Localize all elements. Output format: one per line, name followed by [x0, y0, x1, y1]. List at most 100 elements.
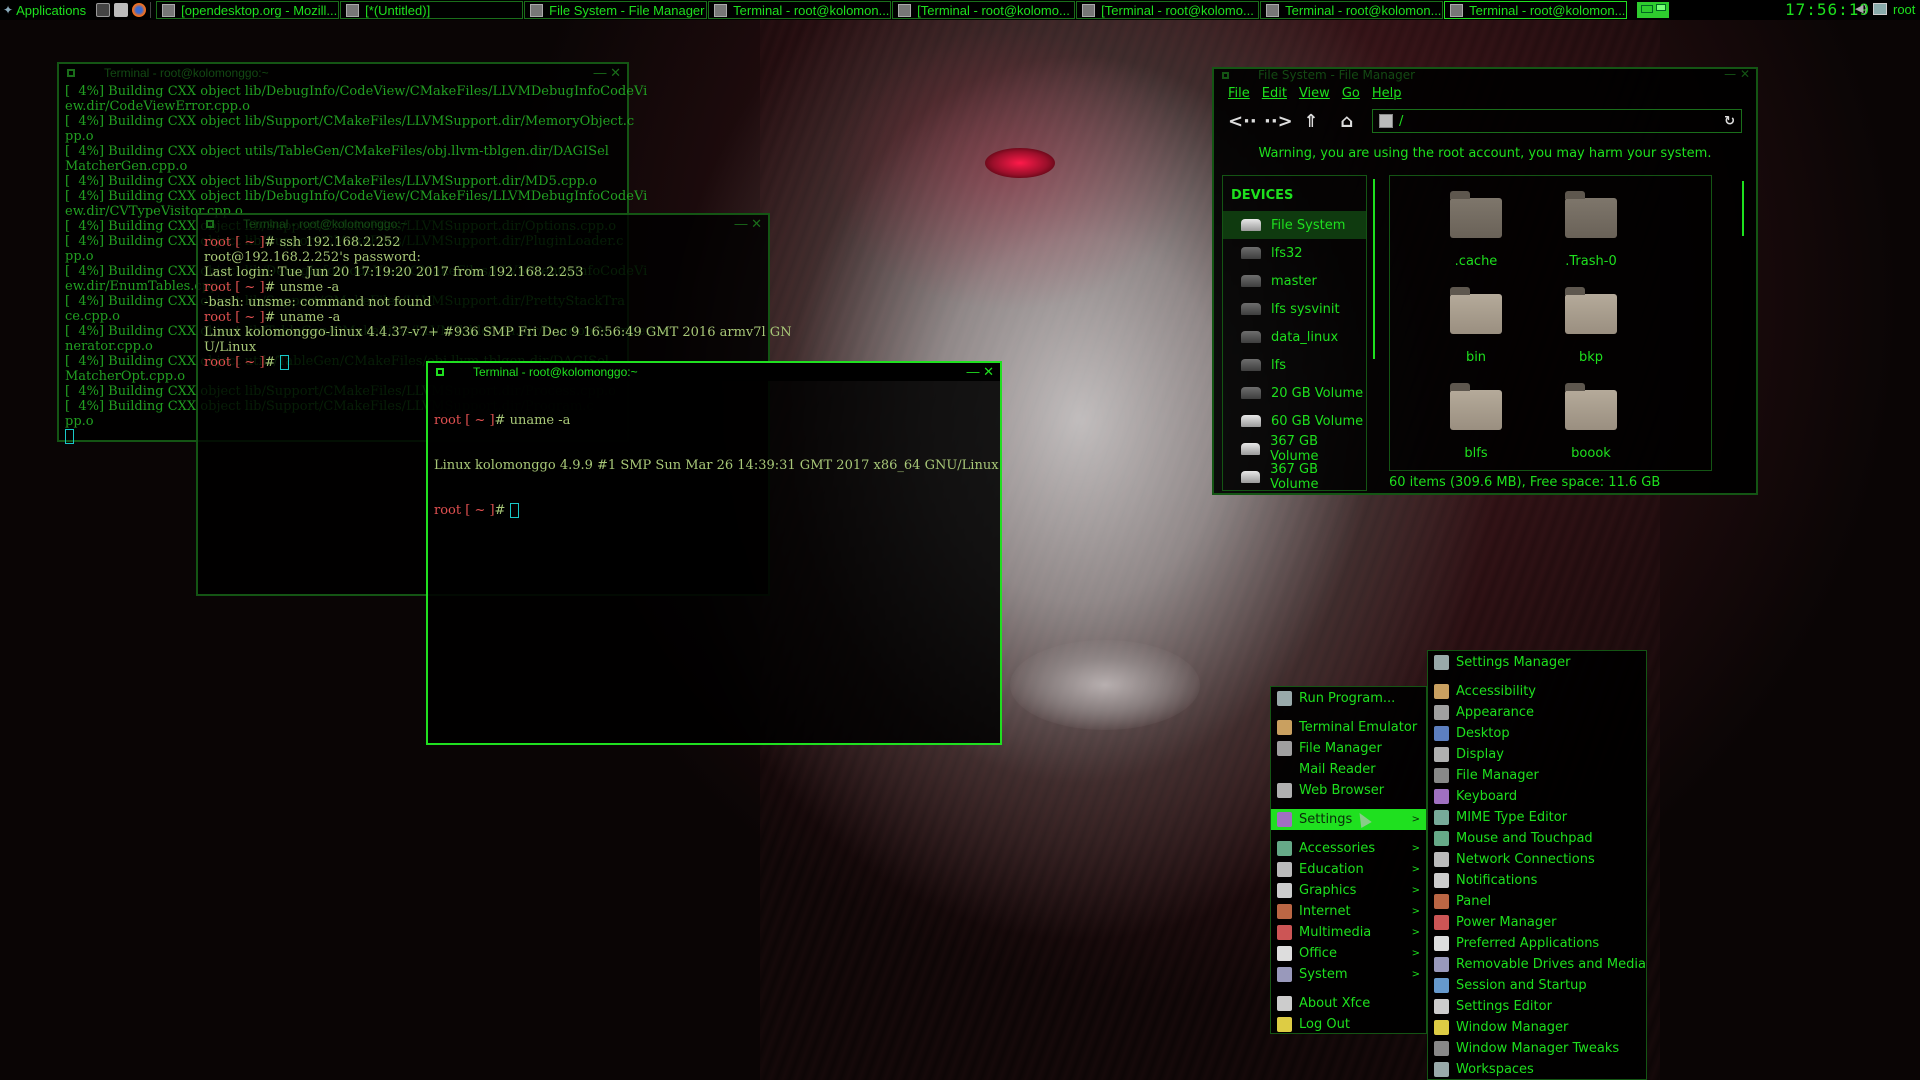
device-item[interactable]: lfs32: [1223, 239, 1366, 267]
icon-view-scrollbar[interactable]: [1742, 181, 1744, 236]
workspace-pager[interactable]: [1637, 2, 1670, 18]
menu-item-label: Multimedia: [1299, 925, 1372, 940]
forward-button[interactable]: ··>: [1264, 111, 1293, 132]
menu-item-mouse-and-touchpad[interactable]: Mouse and Touchpad: [1428, 828, 1646, 849]
window-controls[interactable]: — ✕: [966, 364, 994, 380]
terminal-window-front[interactable]: Terminal - root@kolomonggo:~ — ✕ root [ …: [426, 361, 1002, 745]
menu-item-settings-manager[interactable]: Settings Manager: [1428, 652, 1646, 673]
terminal-line: root [ ~ ]# unsme -a: [204, 280, 340, 295]
volume-icon[interactable]: ◀): [1855, 2, 1867, 15]
terminal-launcher-icon[interactable]: [96, 3, 111, 17]
network-icon[interactable]: [1873, 2, 1888, 15]
file-manager-titlebar[interactable]: File System - File Manager — ✕: [1214, 67, 1756, 83]
menu-item-settings[interactable]: Settings >: [1271, 809, 1426, 830]
device-item[interactable]: 367 GB Volume: [1223, 462, 1366, 492]
menu-item-window-manager[interactable]: Window Manager: [1428, 1017, 1646, 1038]
terminal-titlebar[interactable]: Terminal - root@kolomonggo:~ — ✕: [428, 363, 1000, 381]
menu-item-accessories[interactable]: Accessories >: [1271, 838, 1426, 859]
menu-item-panel[interactable]: Panel: [1428, 891, 1646, 912]
location-bar[interactable]: / ↻: [1372, 109, 1742, 133]
folder-item[interactable]: .Trash-0: [1541, 191, 1641, 269]
menu-item-file-manager[interactable]: File Manager: [1271, 738, 1426, 759]
menu-item-system[interactable]: System >: [1271, 964, 1426, 985]
reload-icon[interactable]: ↻: [1724, 114, 1735, 129]
taskbar-button[interactable]: [Terminal - root@kolomo...: [1076, 1, 1260, 19]
window-menu-icon[interactable]: [67, 69, 75, 77]
firefox-launcher-icon[interactable]: [132, 3, 147, 17]
menu-item-power-manager[interactable]: Power Manager: [1428, 912, 1646, 933]
taskbar-button[interactable]: File System - File Manager: [524, 1, 708, 19]
menu-item-network-connections[interactable]: Network Connections: [1428, 849, 1646, 870]
device-item[interactable]: 20 GB Volume: [1223, 379, 1366, 407]
taskbar-button[interactable]: [opendesktop.org - Mozill...: [156, 1, 340, 19]
device-item[interactable]: File System: [1223, 211, 1366, 239]
back-button[interactable]: <··: [1228, 111, 1257, 132]
menu-item-about-xfce[interactable]: About Xfce: [1271, 993, 1426, 1014]
window-controls[interactable]: — ✕: [1724, 67, 1750, 81]
menu-item-appearance[interactable]: Appearance: [1428, 702, 1646, 723]
up-button[interactable]: ⇑: [1300, 111, 1322, 132]
terminal-titlebar[interactable]: Terminal - root@kolomonggo:~ — ✕: [198, 215, 768, 233]
device-item[interactable]: 60 GB Volume: [1223, 407, 1366, 435]
close-button[interactable]: ✕: [983, 364, 994, 379]
menu-go[interactable]: Go: [1342, 86, 1360, 101]
device-item[interactable]: data_linux: [1223, 323, 1366, 351]
menu-item-settings-editor[interactable]: Settings Editor: [1428, 996, 1646, 1017]
menu-item-notifications[interactable]: Notifications: [1428, 870, 1646, 891]
menu-item-workspaces[interactable]: Workspaces: [1428, 1059, 1646, 1080]
user-name[interactable]: root: [1893, 2, 1915, 17]
window-menu-icon[interactable]: [436, 368, 444, 376]
device-item[interactable]: 367 GB Volume: [1223, 434, 1366, 464]
menu-item-internet[interactable]: Internet >: [1271, 901, 1426, 922]
device-item[interactable]: lfs sysvinit: [1223, 295, 1366, 323]
folder-item[interactable]: bkp: [1541, 287, 1641, 365]
menu-item-web-browser[interactable]: Web Browser: [1271, 780, 1426, 801]
menu-item-accessibility[interactable]: Accessibility: [1428, 681, 1646, 702]
menu-item-graphics[interactable]: Graphics >: [1271, 880, 1426, 901]
folder-item[interactable]: blfs: [1426, 383, 1526, 461]
menu-item-log-out[interactable]: Log Out: [1271, 1014, 1426, 1035]
applications-menu-button[interactable]: ✦ Applications: [0, 3, 92, 18]
folder-item[interactable]: bin: [1426, 287, 1526, 365]
menu-item-file-manager[interactable]: File Manager: [1428, 765, 1646, 786]
menu-item-preferred-applications[interactable]: Preferred Applications: [1428, 933, 1646, 954]
device-item[interactable]: lfs: [1223, 351, 1366, 379]
terminal-output[interactable]: root [ ~ ]# ssh 192.168.2.252 root@192.16…: [198, 233, 792, 372]
window-controls[interactable]: — ✕: [734, 216, 762, 232]
menu-item-multimedia[interactable]: Multimedia >: [1271, 922, 1426, 943]
menu-item-mime-type-editor[interactable]: MIME Type Editor: [1428, 807, 1646, 828]
terminal-output[interactable]: root [ ~ ]# uname -a Linux kolomonggo 4.…: [428, 381, 1000, 550]
home-button[interactable]: ⌂: [1336, 111, 1358, 132]
taskbar-button[interactable]: [Terminal - root@kolomo...: [892, 1, 1076, 19]
window-controls[interactable]: — ✕: [593, 65, 621, 81]
menu-help[interactable]: Help: [1372, 86, 1402, 101]
sidepane-scrollbar[interactable]: [1373, 179, 1375, 359]
menu-item-removable-drives-and-media[interactable]: Removable Drives and Media: [1428, 954, 1646, 975]
menu-item-session-and-startup[interactable]: Session and Startup: [1428, 975, 1646, 996]
menu-item-display[interactable]: Display: [1428, 744, 1646, 765]
device-item[interactable]: master: [1223, 267, 1366, 295]
menu-item-office[interactable]: Office >: [1271, 943, 1426, 964]
taskbar-button[interactable]: Terminal - root@kolomon...: [708, 1, 892, 19]
menu-item-terminal-emulator[interactable]: Terminal Emulator: [1271, 717, 1426, 738]
minimize-button[interactable]: —: [966, 364, 979, 379]
menu-edit[interactable]: Edit: [1262, 86, 1287, 101]
folder-item[interactable]: .cache: [1426, 191, 1526, 269]
taskbar-button[interactable]: [*(Untitled)]: [340, 1, 524, 19]
menu-item-keyboard[interactable]: Keyboard: [1428, 786, 1646, 807]
folder-item[interactable]: boook: [1541, 383, 1641, 461]
menu-file[interactable]: File: [1228, 86, 1250, 101]
taskbar-button[interactable]: Terminal - root@kolomon...: [1444, 1, 1628, 19]
menu-item-window-manager-tweaks[interactable]: Window Manager Tweaks: [1428, 1038, 1646, 1059]
file-manager-launcher-icon[interactable]: [114, 3, 129, 17]
menu-item-run-program[interactable]: Run Program...: [1271, 688, 1426, 709]
terminal-titlebar[interactable]: Terminal - root@kolomonggo:~ — ✕: [59, 64, 627, 82]
file-manager-window[interactable]: File System - File Manager — ✕ File Edit…: [1212, 67, 1758, 495]
menu-item-desktop[interactable]: Desktop: [1428, 723, 1646, 744]
menu-item-education[interactable]: Education >: [1271, 859, 1426, 880]
menu-item-mail-reader[interactable]: Mail Reader: [1271, 759, 1426, 780]
menu-view[interactable]: View: [1299, 86, 1330, 101]
window-menu-icon[interactable]: [1222, 72, 1229, 79]
window-menu-icon[interactable]: [206, 220, 214, 228]
taskbar-button[interactable]: Terminal - root@kolomon...: [1260, 1, 1444, 19]
